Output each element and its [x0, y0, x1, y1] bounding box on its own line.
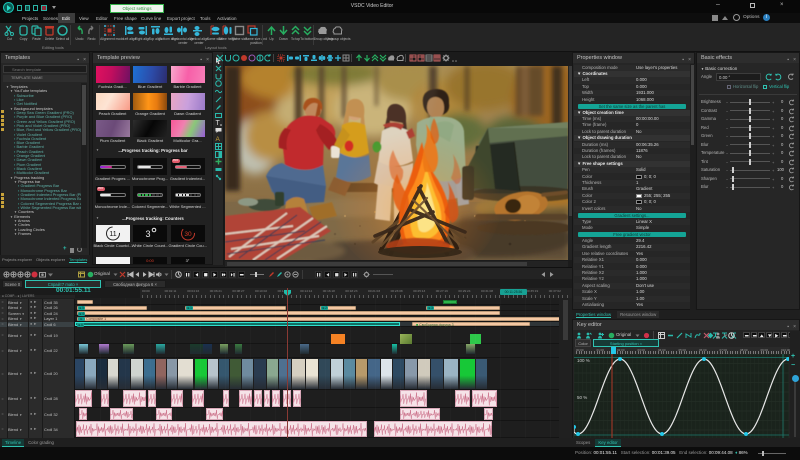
- svg-text:T: T: [216, 120, 221, 126]
- svg-text:100 %: 100 %: [577, 358, 590, 363]
- svg-text:3: 3: [145, 229, 150, 239]
- svg-text:11: 11: [109, 231, 116, 238]
- svg-text:A: A: [216, 136, 221, 142]
- svg-text:30: 30: [184, 231, 192, 238]
- svg-text:50 %: 50 %: [577, 395, 587, 400]
